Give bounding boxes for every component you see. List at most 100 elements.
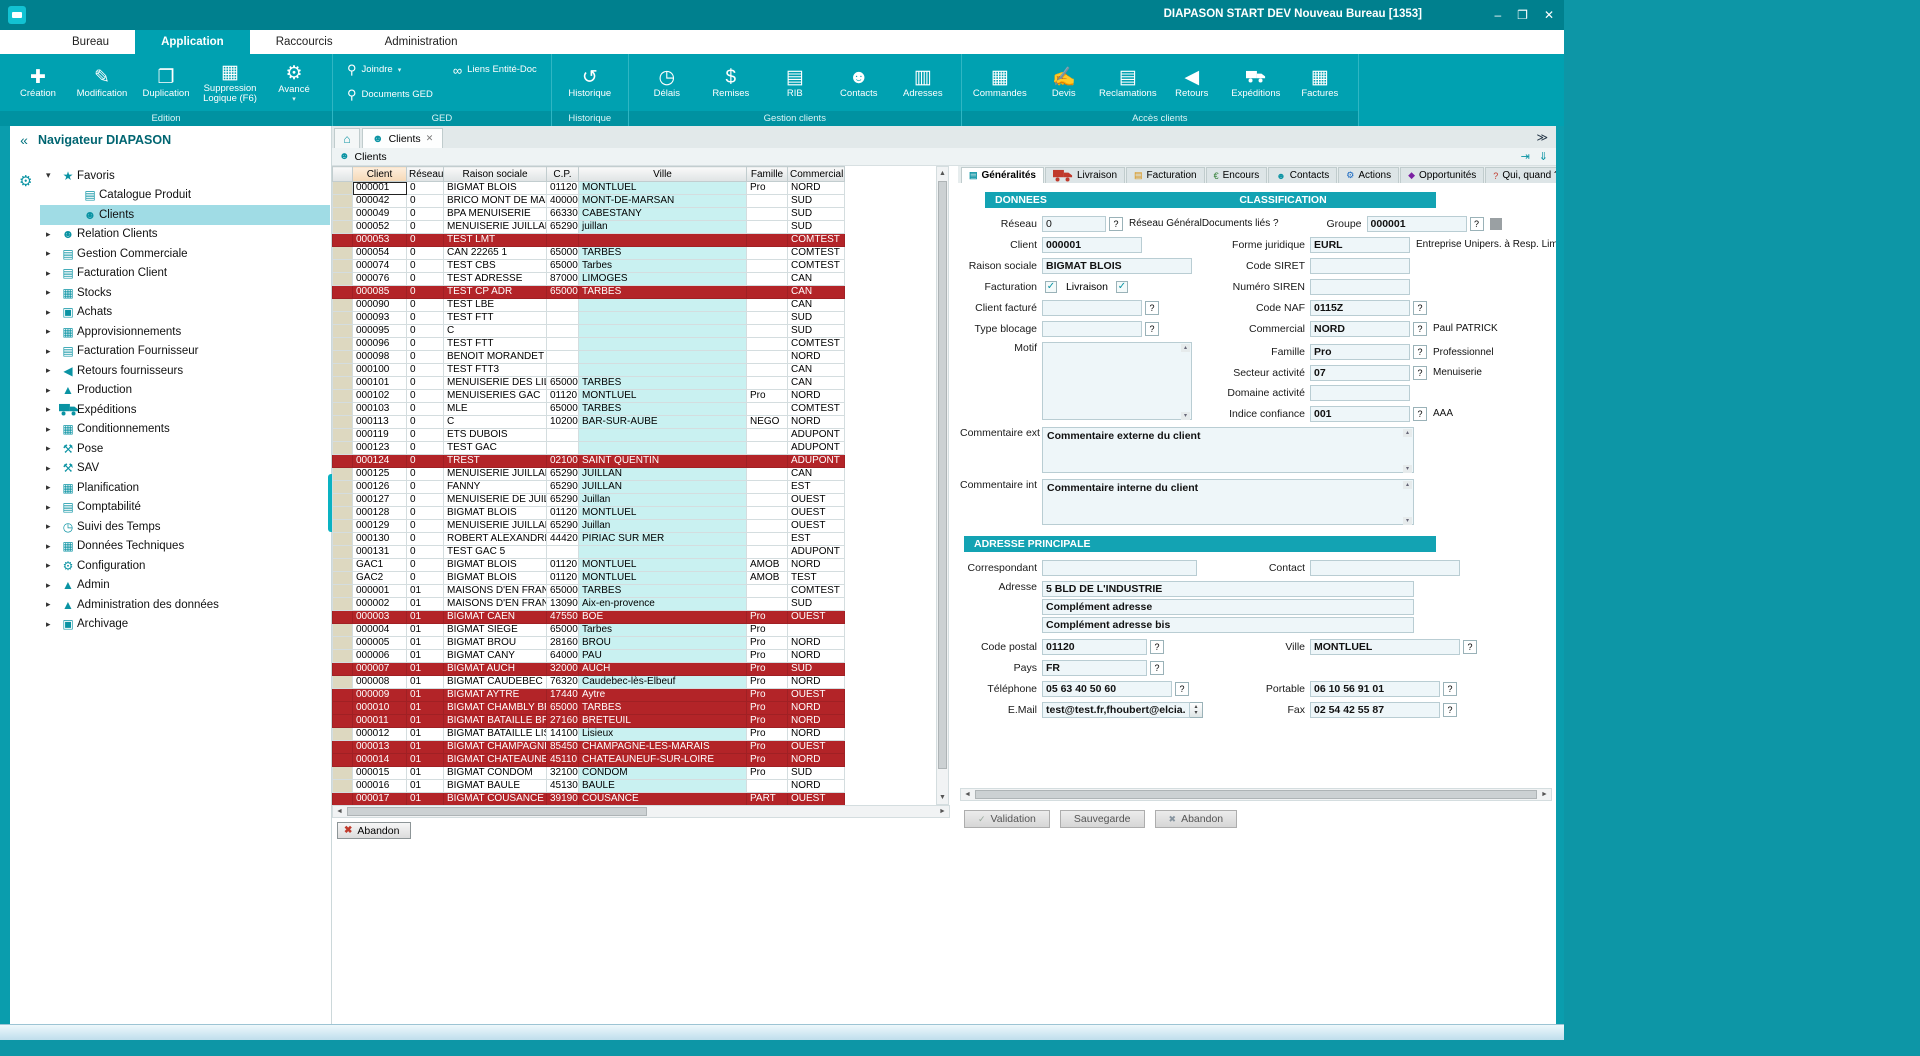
cell-reseau[interactable]: 0: [407, 429, 444, 442]
cell-reseau[interactable]: 0: [407, 390, 444, 403]
cell-ville[interactable]: COUSANCE: [579, 793, 747, 806]
cell-client[interactable]: 000100: [353, 364, 407, 377]
cell-ville[interactable]: [579, 234, 747, 247]
cell-ville[interactable]: [579, 338, 747, 351]
cell-famille[interactable]: [747, 507, 788, 520]
cell-cp[interactable]: 01120: [547, 390, 579, 403]
cell-client[interactable]: 000074: [353, 260, 407, 273]
adresse-line2-input[interactable]: [1042, 599, 1414, 615]
row-selector[interactable]: [333, 377, 353, 390]
cell-famille[interactable]: Pro: [747, 390, 788, 403]
cell-reseau[interactable]: 01: [407, 663, 444, 676]
cell-cp[interactable]: 32100: [547, 767, 579, 780]
cell-reseau[interactable]: 0: [407, 325, 444, 338]
home-tab[interactable]: ⌂: [334, 128, 360, 148]
cell-raison-sociale[interactable]: TEST FTT3: [444, 364, 547, 377]
cell-commercial[interactable]: [788, 624, 845, 637]
cell-ville[interactable]: CONDOM: [579, 767, 747, 780]
scroll-left-icon[interactable]: ◄: [961, 789, 974, 800]
livraison-checkbox[interactable]: ✓: [1116, 281, 1128, 293]
minimize-button[interactable]: –: [1494, 8, 1501, 22]
cell-reseau[interactable]: 0: [407, 286, 444, 299]
row-selector[interactable]: [333, 442, 353, 455]
table-row[interactable]: 0001010MENUISERIE DES LILAS65000TARBESCA…: [333, 377, 845, 390]
sidebar-item-archivage[interactable]: ▸▣Archivage: [40, 615, 330, 635]
cell-client[interactable]: 000093: [353, 312, 407, 325]
cell-raison-sociale[interactable]: BIGMAT SIEGE: [444, 624, 547, 637]
cell-client[interactable]: 000098: [353, 351, 407, 364]
menu-tab-raccourcis[interactable]: Raccourcis: [250, 30, 359, 54]
cell-reseau[interactable]: 0: [407, 247, 444, 260]
cell-commercial[interactable]: COMTEST: [788, 247, 845, 260]
chevron-right-icon[interactable]: ▸: [46, 580, 59, 591]
cell-reseau[interactable]: 01: [407, 585, 444, 598]
cell-raison-sociale[interactable]: BIGMAT CANY: [444, 650, 547, 663]
chevron-right-icon[interactable]: ▸: [46, 424, 59, 435]
cell-client[interactable]: 000008: [353, 676, 407, 689]
ribbon-item-duplication[interactable]: ❐Duplication: [136, 66, 196, 100]
scroll-right-icon[interactable]: ►: [936, 806, 949, 817]
cell-commercial[interactable]: SUD: [788, 312, 845, 325]
ribbon-item-factures[interactable]: ▦Factures: [1290, 66, 1350, 100]
cell-reseau[interactable]: 0: [407, 442, 444, 455]
sidebar-item-administration-des-donnees[interactable]: ▸▲Administration des données: [40, 595, 330, 615]
cell-cp[interactable]: 66330: [547, 208, 579, 221]
chevron-right-icon[interactable]: ▸: [46, 560, 59, 571]
cell-raison-sociale[interactable]: ROBERT ALEXANDRE ET: [444, 533, 547, 546]
chevron-right-icon[interactable]: ▸: [46, 521, 59, 532]
scroll-down-icon[interactable]: ▾: [1403, 517, 1412, 525]
ribbon-item-modification[interactable]: ✎Modification: [72, 66, 132, 100]
row-selector[interactable]: [333, 637, 353, 650]
row-selector[interactable]: [333, 416, 353, 429]
cell-famille[interactable]: [747, 247, 788, 260]
cell-cp[interactable]: [547, 325, 579, 338]
table-row[interactable]: 0000490BPA MENUISERIE66330CABESTANYSUD: [333, 208, 845, 221]
cell-ville[interactable]: CHATEAUNEUF-SUR-LOIRE: [579, 754, 747, 767]
cell-ville[interactable]: BAR-SUR-AUBE: [579, 416, 747, 429]
row-selector[interactable]: [333, 546, 353, 559]
cell-client[interactable]: 000017: [353, 793, 407, 806]
cell-cp[interactable]: 40000: [547, 195, 579, 208]
tab-clients[interactable]: ☻ Clients ✕: [362, 128, 443, 148]
cell-famille[interactable]: PART: [747, 793, 788, 806]
menu-tab-administration[interactable]: Administration: [359, 30, 484, 54]
cell-famille[interactable]: Pro: [747, 650, 788, 663]
row-selector[interactable]: [333, 585, 353, 598]
cell-commercial[interactable]: CAN: [788, 273, 845, 286]
panel-tab-facturation[interactable]: ▤Facturation: [1126, 167, 1205, 183]
cell-commercial[interactable]: NORD: [788, 728, 845, 741]
sidebar-item-retours-fournisseurs[interactable]: ▸◀Retours fournisseurs: [40, 361, 330, 381]
cell-ville[interactable]: PIRIAC SUR MER: [579, 533, 747, 546]
cell-raison-sociale[interactable]: BRICO MONT DE MARSA: [444, 195, 547, 208]
cell-ville[interactable]: [579, 442, 747, 455]
panel-scroll-thumb[interactable]: [975, 790, 1537, 799]
chevron-right-icon[interactable]: ▸: [46, 463, 59, 474]
row-selector[interactable]: [333, 403, 353, 416]
cell-ville[interactable]: TARBES: [579, 286, 747, 299]
cell-commercial[interactable]: SUD: [788, 325, 845, 338]
cell-cp[interactable]: 01120: [547, 507, 579, 520]
cell-cp[interactable]: 01120: [547, 572, 579, 585]
cell-raison-sociale[interactable]: TREST: [444, 455, 547, 468]
cell-reseau[interactable]: 01: [407, 754, 444, 767]
cell-raison-sociale[interactable]: BIGMAT BLOIS: [444, 507, 547, 520]
telephone-input[interactable]: [1042, 681, 1172, 697]
commentaire-ext-textarea[interactable]: Commentaire externe du client: [1042, 427, 1414, 473]
cell-raison-sociale[interactable]: MAISONS D'EN FRANCE: [444, 585, 547, 598]
indice-help-button[interactable]: ?: [1413, 407, 1427, 421]
cell-ville[interactable]: MONTLUEL: [579, 572, 747, 585]
cell-famille[interactable]: AMOB: [747, 559, 788, 572]
cell-reseau[interactable]: 01: [407, 741, 444, 754]
cell-famille[interactable]: [747, 442, 788, 455]
cell-ville[interactable]: MONTLUEL: [579, 390, 747, 403]
cell-famille[interactable]: [747, 403, 788, 416]
panel-abandon-button[interactable]: ✖ Abandon: [1155, 810, 1238, 828]
cell-raison-sociale[interactable]: TEST LMT: [444, 234, 547, 247]
cell-ville[interactable]: PAU: [579, 650, 747, 663]
cell-client[interactable]: 000005: [353, 637, 407, 650]
cell-famille[interactable]: Pro: [747, 728, 788, 741]
gear-icon[interactable]: ⚙: [19, 172, 32, 190]
row-selector[interactable]: [333, 325, 353, 338]
cell-raison-sociale[interactable]: BIGMAT AUCH: [444, 663, 547, 676]
ribbon-item-creation[interactable]: ✚Création: [8, 66, 68, 100]
